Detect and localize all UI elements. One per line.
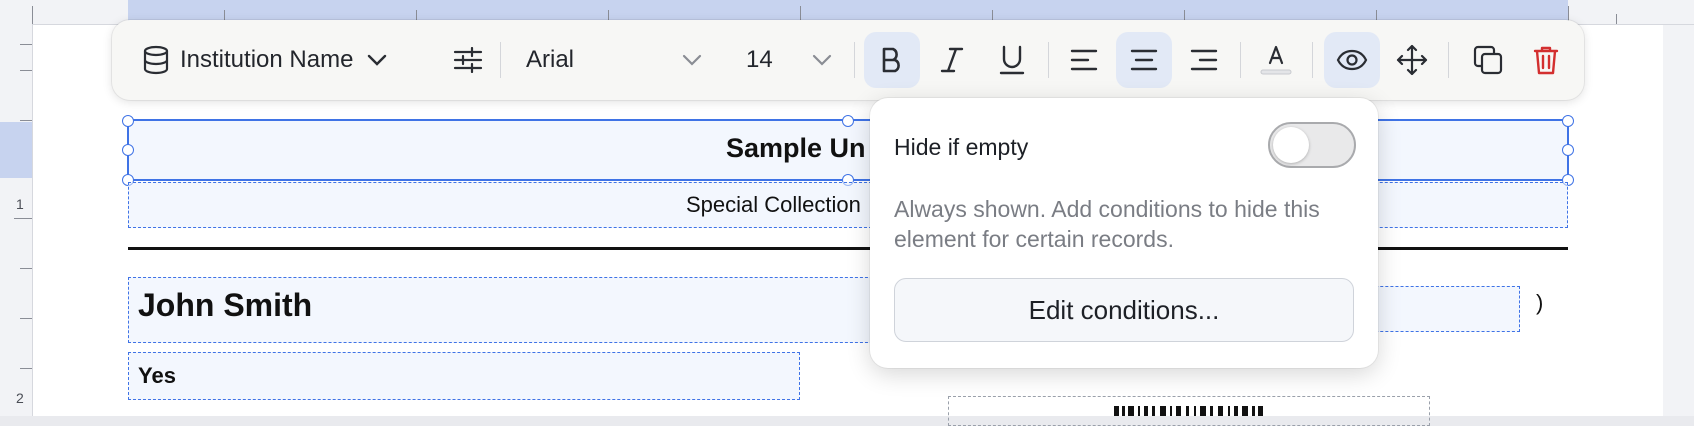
database-icon xyxy=(142,45,170,75)
align-right-icon xyxy=(1190,48,1218,72)
delete-button[interactable] xyxy=(1518,32,1574,88)
underline-icon xyxy=(999,45,1025,75)
canvas-margin xyxy=(1663,25,1694,416)
subtitle-text: Special Collection xyxy=(686,192,861,217)
field-name-label: Institution Name xyxy=(180,46,354,73)
align-left-icon xyxy=(1070,48,1098,72)
eye-icon xyxy=(1336,49,1368,71)
font-family-label: Arial xyxy=(526,46,575,73)
font-family-select[interactable]: Arial xyxy=(512,34,722,86)
align-right-button[interactable] xyxy=(1176,32,1232,88)
ruler-tick xyxy=(20,268,32,269)
underline-button[interactable] xyxy=(984,32,1040,88)
chevron-down-icon xyxy=(812,54,832,66)
visibility-button[interactable] xyxy=(1324,32,1380,88)
resize-handle[interactable] xyxy=(122,144,134,156)
hide-if-empty-toggle[interactable] xyxy=(1268,122,1356,168)
resize-handle[interactable] xyxy=(1562,115,1574,127)
chevron-down-icon xyxy=(367,54,387,66)
barcode-image xyxy=(1114,406,1263,416)
paren-text: ) xyxy=(1536,290,1544,315)
resize-handle[interactable] xyxy=(842,115,854,127)
ruler-tick xyxy=(20,44,32,45)
edit-conditions-button[interactable]: Edit conditions... xyxy=(894,278,1354,342)
align-center-icon xyxy=(1130,48,1158,72)
left-ruler: 1 2 xyxy=(0,24,33,416)
text-color-icon xyxy=(1260,43,1292,77)
name-text: John Smith xyxy=(138,287,313,323)
toolbar-separator xyxy=(1240,42,1241,78)
ruler-tick xyxy=(20,368,32,369)
chevron-down-icon xyxy=(682,54,702,66)
visibility-popover: Hide if empty Always shown. Add conditio… xyxy=(870,98,1378,368)
visibility-description: Always shown. Add conditions to hide thi… xyxy=(894,196,1320,252)
toolbar-separator xyxy=(1448,42,1449,78)
ruler-tick xyxy=(20,70,32,71)
move-icon xyxy=(1396,44,1428,76)
toolbar-separator xyxy=(854,42,855,78)
trash-icon xyxy=(1533,45,1559,75)
toolbar-separator xyxy=(1048,42,1049,78)
text-color-button[interactable] xyxy=(1248,32,1304,88)
toggle-knob xyxy=(1273,127,1309,163)
ruler-number: 2 xyxy=(16,390,24,406)
resize-handle[interactable] xyxy=(122,115,134,127)
ruler-tick xyxy=(20,120,32,121)
italic-button[interactable] xyxy=(924,32,980,88)
ruler-tick xyxy=(14,218,32,219)
settings-button[interactable] xyxy=(442,34,494,86)
duplicate-icon xyxy=(1473,45,1503,75)
bold-button[interactable] xyxy=(864,32,920,88)
ruler-tick xyxy=(20,318,32,319)
ruler-tick xyxy=(1616,14,1617,24)
yes-text: Yes xyxy=(138,363,176,388)
align-left-button[interactable] xyxy=(1056,32,1112,88)
resize-handle[interactable] xyxy=(1562,144,1574,156)
toolbar-separator xyxy=(1312,42,1313,78)
field-selector[interactable]: Institution Name xyxy=(126,34,406,86)
bold-icon xyxy=(880,46,904,74)
italic-icon xyxy=(940,46,964,74)
hide-if-empty-label: Hide if empty xyxy=(894,134,1029,160)
format-toolbar: Institution Name Arial 14 xyxy=(112,20,1584,100)
font-size-select[interactable]: 14 xyxy=(732,34,852,86)
align-center-button[interactable] xyxy=(1116,32,1172,88)
ruler-tick xyxy=(32,6,33,24)
duplicate-button[interactable] xyxy=(1460,32,1516,88)
field-element[interactable] xyxy=(1360,286,1520,332)
ruler-selection-band xyxy=(0,122,32,178)
sliders-icon xyxy=(453,47,483,73)
font-size-label: 14 xyxy=(746,46,773,73)
move-button[interactable] xyxy=(1384,32,1440,88)
ruler-number: 1 xyxy=(16,196,24,212)
toolbar-separator xyxy=(500,42,501,78)
yes-element[interactable] xyxy=(128,352,800,400)
